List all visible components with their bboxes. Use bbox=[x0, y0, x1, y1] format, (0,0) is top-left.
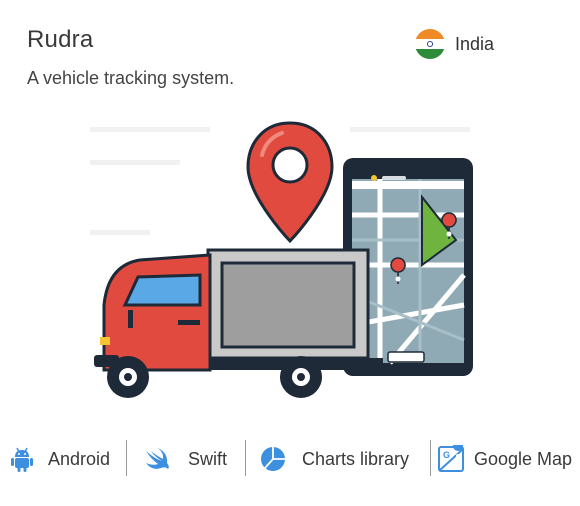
project-card[interactable]: Rudra A vehicle tracking system. India A… bbox=[0, 0, 580, 506]
tech-item-android[interactable]: Android bbox=[8, 438, 110, 480]
truck-cargo bbox=[206, 248, 383, 370]
tech-label-google-map: Google Map bbox=[474, 448, 573, 469]
divider bbox=[126, 440, 127, 476]
tech-item-google-map[interactable]: G Google Map bbox=[438, 438, 572, 480]
divider bbox=[245, 440, 246, 476]
tech-item-swift[interactable]: Swift bbox=[143, 438, 227, 480]
svg-text:G: G bbox=[443, 450, 450, 460]
project-title: Rudra bbox=[27, 26, 94, 53]
country-badge: India bbox=[415, 28, 494, 60]
divider bbox=[430, 440, 431, 476]
country-label: India bbox=[455, 33, 495, 54]
tech-label-android: Android bbox=[48, 448, 111, 469]
google-maps-icon: G bbox=[438, 445, 464, 472]
tech-label-charts: Charts library bbox=[302, 448, 410, 469]
swift-icon bbox=[146, 448, 169, 469]
android-icon bbox=[11, 447, 33, 472]
location-pin bbox=[246, 121, 334, 244]
india-flag-icon bbox=[415, 29, 445, 59]
technology-list: Android Swift Charts library G Google Ma… bbox=[0, 438, 580, 480]
project-description: A vehicle tracking system. bbox=[27, 68, 235, 88]
tech-label-swift: Swift bbox=[188, 448, 228, 469]
truck-cab bbox=[94, 253, 212, 372]
vehicle-tracking-illustration bbox=[90, 121, 473, 398]
pie-chart-icon bbox=[261, 447, 285, 471]
tech-item-charts[interactable]: Charts library bbox=[259, 438, 409, 480]
